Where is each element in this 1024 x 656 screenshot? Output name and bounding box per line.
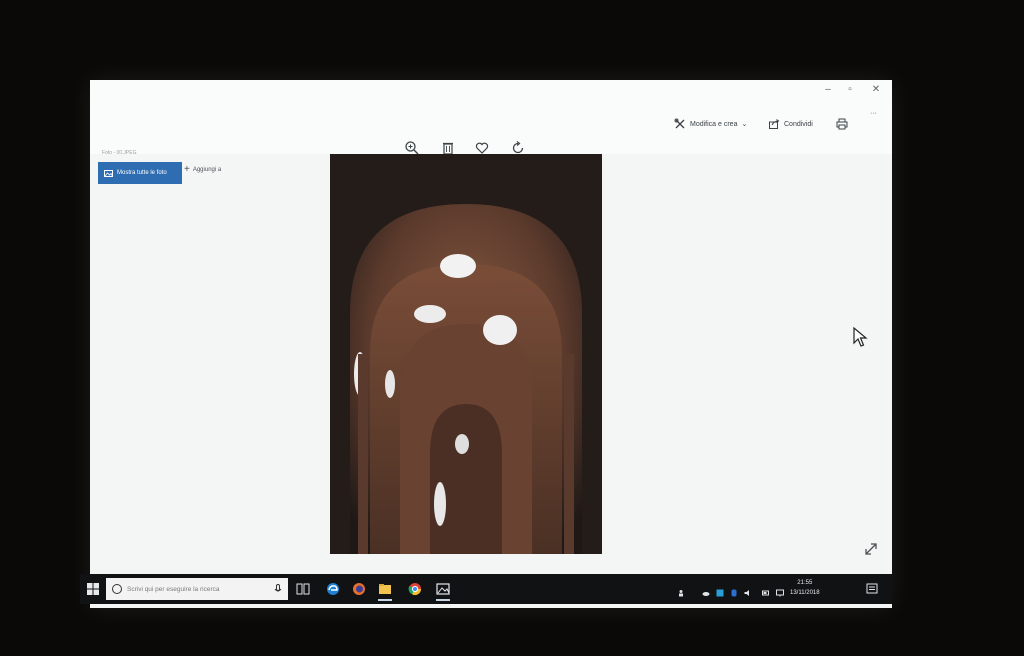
edit-create-label: Modifica e crea [690,120,738,128]
search-placeholder: Scrivi qui per eseguire la ricerca [127,585,220,593]
action-center-icon[interactable] [866,582,878,594]
minimize-button[interactable]: – [818,84,838,95]
edit-icon [674,118,685,129]
volume-icon[interactable] [744,584,752,596]
share-button[interactable]: Condividi [768,118,813,130]
photos-app-window: Foto - 00.JPEG – ▫ ✕ Modifica e crea ⌄ C… [90,80,892,608]
printer-icon [836,118,848,130]
windows-logo-icon [87,583,99,595]
app-tray-icon[interactable] [716,584,724,597]
chrome-icon[interactable] [406,580,424,598]
show-all-photos-label: Mostra tutte le foto [117,170,167,176]
battery-icon[interactable] [762,584,770,596]
more-options-button[interactable]: ··· [870,110,877,117]
share-label: Condividi [784,120,813,128]
cortana-icon [112,584,122,594]
add-to-button[interactable]: + Aggiungi a [184,164,221,175]
photo-viewer-image[interactable] [330,154,602,554]
taskbar-search-box[interactable]: Scrivi qui per eseguire la ricerca [106,578,288,600]
print-button[interactable] [836,118,848,130]
taskbar-clock[interactable]: 21:55 13/11/2018 [790,578,820,598]
window-title: Foto - 00.JPEG [102,150,137,156]
file-explorer-icon[interactable] [376,580,394,601]
edit-create-button[interactable]: Modifica e crea ⌄ [674,118,747,130]
close-button[interactable]: ✕ [866,84,886,95]
edge-icon[interactable] [324,580,342,598]
network-icon[interactable] [776,584,784,597]
show-all-photos-button[interactable]: Mostra tutte le foto [98,162,182,184]
firefox-icon[interactable] [350,580,368,598]
clock-time: 21:55 [797,580,813,586]
cloud-icon[interactable] [702,584,710,596]
bluetooth-icon[interactable] [730,584,738,597]
microphone-icon[interactable] [274,584,282,594]
people-icon[interactable] [678,584,686,597]
add-to-label: Aggiungi a [192,166,222,173]
plus-icon: + [184,164,190,175]
title-bar [90,80,892,154]
mouse-cursor-icon [852,326,868,348]
photos-icon[interactable] [434,580,452,601]
taskbar: Scrivi qui per eseguire la ricerca 21:55… [80,574,892,604]
full-screen-icon[interactable] [864,542,878,556]
chevron-down-icon: ⌄ [741,121,748,128]
clock-date: 13/11/2018 [790,590,820,596]
church-dome-photo [330,154,602,554]
start-button[interactable] [86,582,100,596]
task-view-icon[interactable] [294,580,312,598]
share-icon [769,119,780,129]
photo-collection-icon [104,169,113,177]
maximize-button[interactable]: ▫ [840,84,860,95]
